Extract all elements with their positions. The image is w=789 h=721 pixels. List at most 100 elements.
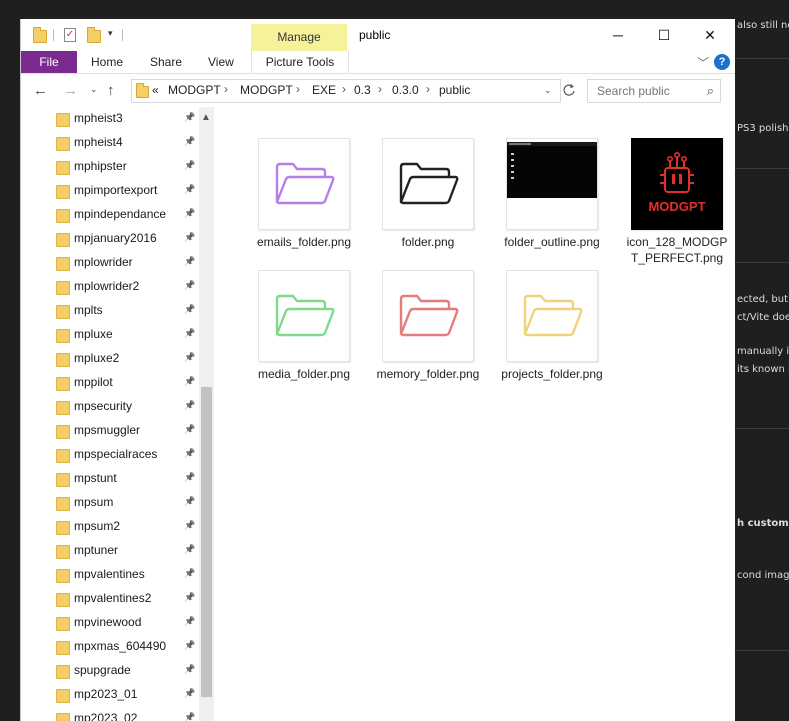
- sidebar-item[interactable]: spupgrade 📌: [21, 659, 201, 683]
- close-button[interactable]: ✕: [687, 21, 733, 49]
- properties-icon[interactable]: ✓: [64, 28, 76, 42]
- folder-icon: [56, 305, 70, 319]
- pin-icon[interactable]: 📌: [184, 280, 195, 291]
- folder-icon: [56, 353, 70, 367]
- help-icon[interactable]: ?: [714, 54, 730, 70]
- pin-icon[interactable]: 📌: [184, 496, 195, 507]
- refresh-icon[interactable]: [559, 79, 579, 101]
- pin-icon[interactable]: 📌: [184, 664, 195, 675]
- breadcrumb-item[interactable]: MODGPT: [168, 83, 221, 97]
- tab-picture-tools[interactable]: Picture Tools: [251, 51, 349, 73]
- recent-locations-icon[interactable]: ⌄: [90, 84, 98, 95]
- tab-share[interactable]: Share: [150, 51, 182, 73]
- sidebar-item[interactable]: mpsum2 📌: [21, 515, 201, 539]
- pin-icon[interactable]: 📌: [184, 400, 195, 411]
- sidebar-item[interactable]: mpspecialraces 📌: [21, 443, 201, 467]
- pin-icon[interactable]: 📌: [184, 232, 195, 243]
- breadcrumb-item[interactable]: EXE: [312, 83, 336, 97]
- search-icon[interactable]: ⌕: [707, 83, 714, 99]
- pin-icon[interactable]: 📌: [184, 568, 195, 579]
- breadcrumb-overflow[interactable]: «: [152, 83, 159, 97]
- sidebar-item[interactable]: mpjanuary2016 📌: [21, 227, 201, 251]
- tab-view[interactable]: View: [208, 51, 234, 73]
- sidebar-item[interactable]: mpheist3 📌: [21, 107, 201, 131]
- maximize-button[interactable]: ☐: [641, 21, 687, 49]
- address-bar[interactable]: « MODGPT › MODGPT › EXE › 0.3 › 0.3.0 › …: [131, 79, 561, 103]
- tab-home[interactable]: Home: [91, 51, 123, 73]
- search-box[interactable]: Search public ⌕: [587, 79, 721, 103]
- chevron-down-icon[interactable]: ﹀: [697, 54, 709, 71]
- pin-icon[interactable]: 📌: [184, 520, 195, 531]
- pin-icon[interactable]: 📌: [184, 256, 195, 267]
- breadcrumb-item[interactable]: MODGPT: [240, 83, 293, 97]
- sidebar-item[interactable]: mpsum 📌: [21, 491, 201, 515]
- back-arrow-icon[interactable]: ←: [33, 82, 48, 99]
- pin-icon[interactable]: 📌: [184, 136, 195, 147]
- bg-snippet: manually in: [737, 346, 789, 357]
- sidebar-item[interactable]: mpxmas_604490 📌: [21, 635, 201, 659]
- sidebar-item[interactable]: mp2023_02 📌: [21, 707, 201, 721]
- pin-icon[interactable]: 📌: [184, 616, 195, 627]
- breadcrumb-item[interactable]: 0.3: [354, 83, 371, 97]
- pin-icon[interactable]: 📌: [184, 376, 195, 387]
- pin-icon[interactable]: 📌: [184, 640, 195, 651]
- pin-icon[interactable]: 📌: [184, 544, 195, 555]
- sidebar-item[interactable]: mpluxe 📌: [21, 323, 201, 347]
- sidebar-item[interactable]: mppilot 📌: [21, 371, 201, 395]
- pin-icon[interactable]: 📌: [184, 304, 195, 315]
- pin-icon[interactable]: 📌: [184, 424, 195, 435]
- pin-icon[interactable]: 📌: [184, 208, 195, 219]
- breadcrumb-separator-icon[interactable]: ›: [378, 82, 382, 96]
- folder-icon: [136, 83, 149, 98]
- pin-icon[interactable]: 📌: [184, 328, 195, 339]
- sidebar-item[interactable]: mphipster 📌: [21, 155, 201, 179]
- customize-toolbar-icon[interactable]: ▾: [108, 28, 113, 39]
- breadcrumb-item[interactable]: 0.3.0: [392, 83, 419, 97]
- sidebar-item[interactable]: mptuner 📌: [21, 539, 201, 563]
- breadcrumb-separator-icon[interactable]: ›: [342, 82, 346, 96]
- pin-icon[interactable]: 📌: [184, 184, 195, 195]
- sidebar-item[interactable]: mplowrider2 📌: [21, 275, 201, 299]
- nav-scrollbar[interactable]: ▲: [199, 107, 214, 721]
- logo-text: MODGPT: [648, 199, 705, 214]
- sidebar-item[interactable]: mpvinewood 📌: [21, 611, 201, 635]
- tab-file[interactable]: File: [21, 51, 77, 73]
- sidebar-item[interactable]: mpheist4 📌: [21, 131, 201, 155]
- sidebar-item[interactable]: mplowrider 📌: [21, 251, 201, 275]
- folder-icon: [56, 593, 70, 607]
- pin-icon[interactable]: 📌: [184, 112, 195, 123]
- pin-icon[interactable]: 📌: [184, 352, 195, 363]
- scrollbar-thumb[interactable]: [201, 387, 212, 697]
- pin-icon[interactable]: 📌: [184, 160, 195, 171]
- address-dropdown-icon[interactable]: ⌄: [544, 85, 552, 96]
- pin-icon[interactable]: 📌: [184, 688, 195, 699]
- pin-icon[interactable]: 📌: [184, 592, 195, 603]
- sidebar-item[interactable]: mpimportexport 📌: [21, 179, 201, 203]
- folder-icon: [56, 545, 70, 559]
- sidebar-item[interactable]: mpvalentines 📌: [21, 563, 201, 587]
- minimize-button[interactable]: ─: [595, 21, 641, 49]
- breadcrumb-item[interactable]: public: [439, 83, 470, 97]
- breadcrumb-separator-icon[interactable]: ›: [224, 82, 228, 96]
- sidebar-item-label: mpimportexport: [74, 183, 158, 197]
- breadcrumb-separator-icon[interactable]: ›: [426, 82, 430, 96]
- sidebar-item[interactable]: mpluxe2 📌: [21, 347, 201, 371]
- manage-context-label[interactable]: Manage: [251, 30, 347, 44]
- folder-thumbnail-icon: [258, 270, 350, 362]
- sidebar-item[interactable]: mpsecurity 📌: [21, 395, 201, 419]
- breadcrumb-separator-icon[interactable]: ›: [296, 82, 300, 96]
- sidebar-item[interactable]: mpvalentines2 📌: [21, 587, 201, 611]
- sidebar-item[interactable]: mpstunt 📌: [21, 467, 201, 491]
- forward-arrow-icon[interactable]: →: [63, 82, 78, 99]
- pin-icon[interactable]: 📌: [184, 448, 195, 459]
- scroll-up-icon[interactable]: ▲: [201, 112, 211, 123]
- pin-icon[interactable]: 📌: [184, 472, 195, 483]
- sidebar-item[interactable]: mp2023_01 📌: [21, 683, 201, 707]
- sidebar-item[interactable]: mplts 📌: [21, 299, 201, 323]
- pin-icon[interactable]: 📌: [184, 712, 195, 721]
- ribbon-tabs: File Home Share View Picture Tools ﹀ ?: [21, 51, 735, 74]
- sidebar-item[interactable]: mpindependance 📌: [21, 203, 201, 227]
- up-arrow-icon[interactable]: ↑: [107, 82, 115, 99]
- new-folder-icon[interactable]: [87, 27, 101, 43]
- sidebar-item[interactable]: mpsmuggler 📌: [21, 419, 201, 443]
